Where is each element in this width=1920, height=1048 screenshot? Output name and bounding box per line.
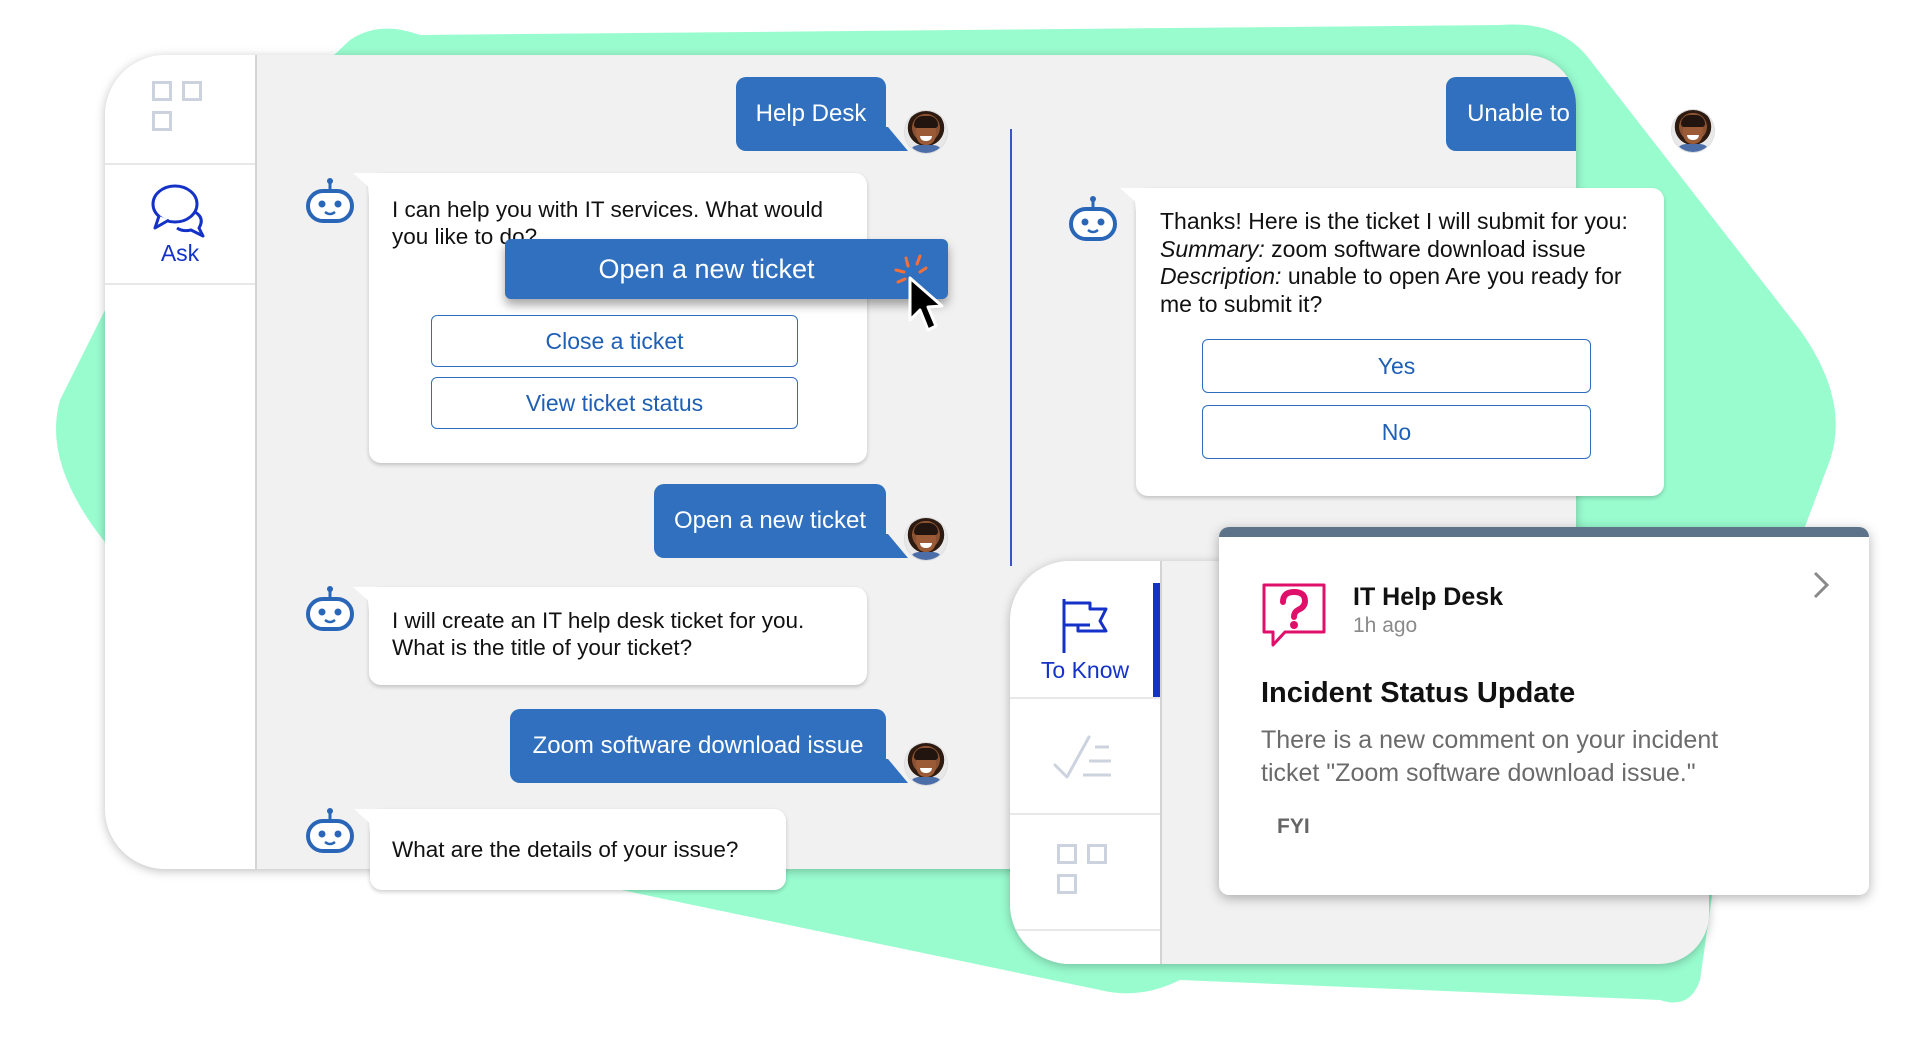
sidebar-item-label: Ask [160, 239, 200, 266]
message-text: Unable to open [1467, 100, 1576, 127]
chat-bubbles-icon [151, 184, 205, 237]
left-sidebar: Ask [105, 55, 257, 869]
user-message: Zoom software download issue [510, 709, 886, 783]
sidebar-item-to-know[interactable]: To Know [1010, 583, 1160, 699]
message-text: Thanks! Here is the ticket I will submit… [1160, 208, 1628, 317]
no-button[interactable]: No [1202, 405, 1591, 459]
help-question-icon [1262, 583, 1326, 647]
sidebar-item-label: To Know [1040, 656, 1130, 683]
yes-button[interactable]: Yes [1202, 339, 1591, 393]
sidebar-item-ask[interactable]: Ask [105, 165, 255, 285]
flag-icon [1062, 598, 1108, 653]
user-avatar [905, 111, 947, 153]
sidebar-item-apps[interactable] [1010, 815, 1160, 931]
notification-title: Incident Status Update [1261, 677, 1576, 709]
notification-card[interactable]: IT Help Desk 1h ago Incident Status Upda… [1219, 527, 1869, 895]
bot-avatar-icon [306, 586, 354, 631]
to-know-sidebar: To Know [1010, 561, 1162, 964]
message-text: I will create an IT help desk ticket for… [392, 608, 805, 660]
user-avatar [905, 518, 947, 560]
active-indicator [1153, 583, 1160, 697]
user-message: Help Desk [736, 77, 886, 151]
conversation-divider [1010, 129, 1012, 566]
chevron-right-icon[interactable] [1803, 567, 1839, 603]
sidebar-item-apps[interactable] [105, 55, 255, 165]
card-top-bar [1219, 527, 1869, 537]
mouse-cursor-icon [894, 254, 944, 332]
bot-avatar-icon [306, 808, 354, 853]
message-text: Help Desk [755, 100, 867, 127]
view-ticket-status-button[interactable]: View ticket status [431, 377, 798, 429]
bot-ticket-summary-message: Thanks! Here is the ticket I will submit… [1136, 188, 1664, 496]
notification-source: IT Help Desk [1353, 583, 1504, 611]
user-message: Open a new ticket [654, 484, 886, 558]
bot-avatar-icon [1069, 196, 1117, 241]
notification-time: 1h ago [1353, 614, 1418, 637]
apps-grid-icon [152, 81, 208, 137]
bot-message: I will create an IT help desk ticket for… [369, 587, 867, 685]
apps-grid-icon [1057, 844, 1113, 900]
user-avatar [1672, 110, 1714, 152]
user-avatar [905, 743, 947, 785]
notification-tag: FYI [1277, 815, 1310, 838]
bot-avatar-icon [306, 178, 354, 223]
bot-message: What are the details of your issue? [370, 809, 786, 890]
message-text: Zoom software download issue [532, 732, 864, 759]
message-text: Open a new ticket [673, 507, 867, 534]
close-ticket-button[interactable]: Close a ticket [431, 315, 798, 367]
checklist-icon [1053, 735, 1111, 779]
user-message: Unable to open [1446, 77, 1576, 151]
sidebar-item-tasks[interactable] [1010, 699, 1160, 815]
notification-body: There is a new comment on your incident … [1261, 726, 1719, 787]
message-text: What are the details of your issue? [392, 837, 739, 862]
